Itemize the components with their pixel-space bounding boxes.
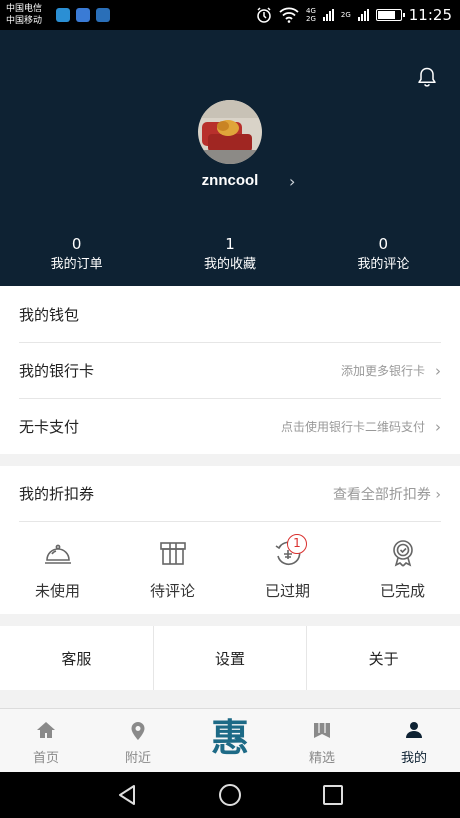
tab-featured[interactable]: 精选	[276, 709, 368, 772]
signal-icon-2	[357, 9, 369, 21]
coupon-pending-review[interactable]: 待评论	[115, 526, 230, 614]
stat-orders[interactable]: 0 我的订单	[0, 234, 153, 276]
cloche-icon	[45, 544, 71, 564]
coupon-expired-label: 已过期	[264, 582, 310, 600]
location-pin-icon	[131, 722, 145, 740]
back-icon[interactable]	[115, 783, 139, 807]
wallet-title: 我的钱包	[19, 305, 80, 324]
chevron-right-icon[interactable]: ›	[289, 172, 295, 191]
bank-card-hint: 添加更多银行卡	[340, 364, 425, 378]
home-icon	[37, 722, 55, 738]
settings-button[interactable]: 设置	[152, 626, 307, 690]
notification-icons	[56, 8, 110, 22]
system-nav-bar	[0, 772, 460, 818]
cardless-pay-label: 无卡支付	[19, 418, 80, 436]
alarm-icon	[257, 7, 271, 23]
carrier-1: 中国电信	[6, 4, 43, 14]
profile-stats: 0 我的订单 1 我的收藏 0 我的评论	[0, 234, 460, 276]
tab-hui[interactable]: 惠	[184, 709, 276, 772]
cardless-pay-row[interactable]: 无卡支付 点击使用银行卡二维码支付 ›	[19, 398, 441, 454]
network-type-2: 2G	[340, 11, 351, 19]
battery-icon	[375, 9, 405, 21]
tab-home-label: 首页	[32, 751, 59, 766]
chevron-right-icon: ›	[435, 417, 441, 436]
hui-logo: 惠	[210, 715, 249, 760]
network-type-1: 4G 2G	[305, 7, 316, 23]
coupon-unused-label: 未使用	[34, 582, 80, 600]
app-notification-icon	[56, 8, 70, 22]
stat-favorites[interactable]: 1 我的收藏	[153, 234, 306, 276]
coupon-unused[interactable]: 未使用	[0, 526, 115, 614]
wallet-section: 我的钱包 我的银行卡 添加更多银行卡 › 无卡支付 点击使用银行卡二维码支付 ›	[0, 286, 460, 454]
carrier-info: 中国电信 中国移动	[6, 3, 42, 27]
signal-icon	[322, 9, 334, 21]
wallet-title-row: 我的钱包	[19, 286, 441, 342]
stat-comments[interactable]: 0 我的评论	[307, 234, 460, 276]
home-circle-icon[interactable]	[218, 783, 242, 807]
person-icon	[406, 722, 422, 738]
expired-count-badge: 1	[287, 534, 307, 554]
status-bar: 中国电信 中国移动 4G 2G 2G 11:25	[0, 0, 460, 30]
avatar[interactable]	[198, 100, 262, 164]
about-button[interactable]: 关于	[306, 626, 460, 690]
tab-featured-label: 精选	[308, 751, 335, 766]
clock: 11:25	[408, 6, 452, 24]
coupon-section: 我的折扣券 查看全部折扣券 › 未使用 待评论 已过期 已完成	[0, 466, 460, 614]
stat-label: 我的收藏	[203, 257, 256, 272]
coupon-completed-label: 已完成	[379, 582, 425, 600]
tab-home[interactable]: 首页	[0, 709, 92, 772]
coupon-completed[interactable]: 已完成	[345, 526, 460, 614]
coupon-status-list: 未使用 待评论 已过期 已完成	[0, 526, 460, 614]
tab-mine-label: 我的	[400, 751, 427, 766]
stat-value: 0	[71, 235, 82, 253]
bell-icon[interactable]	[416, 66, 438, 88]
bank-card-row[interactable]: 我的银行卡 添加更多银行卡 ›	[19, 342, 441, 398]
tab-nearby[interactable]: 附近	[92, 709, 184, 772]
stat-label: 我的订单	[50, 257, 103, 272]
bottom-tab-bar: 首页 附近 惠 精选 我的	[0, 708, 460, 772]
coupon-pending-label: 待评论	[149, 582, 195, 600]
wifi-icon	[279, 7, 299, 23]
customer-service-button[interactable]: 客服	[0, 626, 153, 690]
cardless-pay-hint: 点击使用银行卡二维码支付	[280, 420, 425, 434]
username[interactable]: znncool	[0, 172, 460, 189]
bank-card-label: 我的银行卡	[19, 362, 95, 380]
stat-label: 我的评论	[357, 257, 410, 272]
carrier-2: 中国移动	[6, 16, 43, 26]
tab-nearby-label: 附近	[124, 751, 151, 766]
bookmark-icon	[314, 723, 330, 738]
app-notification-icon	[76, 8, 90, 22]
medal-icon	[393, 540, 413, 567]
stat-value: 1	[225, 235, 235, 253]
coupon-title: 我的折扣券	[19, 485, 95, 503]
gift-box-icon	[160, 542, 186, 565]
coupon-header: 我的折扣券 查看全部折扣券 ›	[19, 466, 441, 522]
service-row: 客服 设置 关于	[0, 626, 460, 690]
view-all-coupons-link[interactable]: 查看全部折扣券 ›	[333, 484, 441, 504]
tab-mine[interactable]: 我的	[368, 709, 460, 772]
stat-value: 0	[378, 235, 389, 253]
profile-header: znncool › 0 我的订单 1 我的收藏 0 我的评论	[0, 30, 460, 286]
gallery-notification-icon	[96, 8, 110, 22]
chevron-right-icon: ›	[435, 361, 441, 380]
recents-icon[interactable]	[321, 783, 345, 807]
